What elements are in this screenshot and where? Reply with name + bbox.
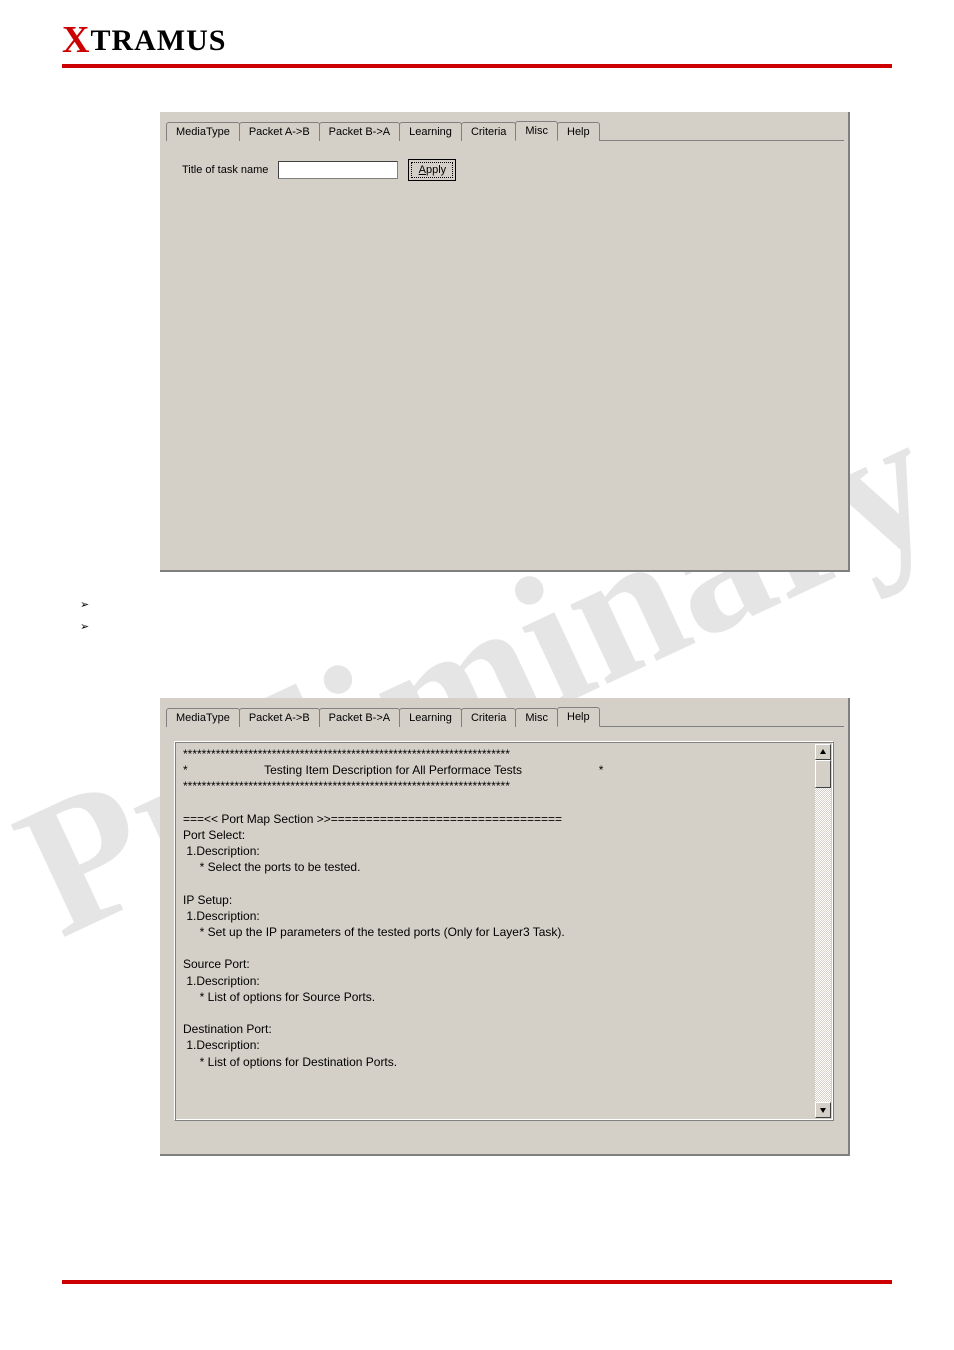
- caret-up-icon: [819, 748, 827, 756]
- bullet-text-1: Title of task name: Set a title name for…: [97, 598, 633, 614]
- header-rule: [62, 64, 892, 68]
- tab-help[interactable]: Help: [557, 707, 600, 727]
- tab-bar-misc: MediaType Packet A->B Packet B->A Learni…: [166, 118, 844, 141]
- tab-bar-help: MediaType Packet A->B Packet B->A Learni…: [166, 704, 844, 727]
- scroll-thumb[interactable]: [815, 760, 831, 788]
- tab-learning[interactable]: Learning: [399, 122, 462, 141]
- brand-logo: XTRAMUS: [62, 18, 226, 62]
- tab-learning[interactable]: Learning: [399, 708, 462, 727]
- dialog-help: MediaType Packet A->B Packet B->A Learni…: [160, 698, 850, 1156]
- bullet-item-1: ➢ Title of task name: Set a title name f…: [80, 598, 633, 614]
- scrollbar-vertical[interactable]: [815, 744, 831, 1118]
- help-textarea: ****************************************…: [174, 741, 834, 1121]
- caret-down-icon: [819, 1106, 827, 1114]
- tab-misc[interactable]: Misc: [515, 121, 558, 141]
- tab-misc[interactable]: Misc: [515, 708, 558, 727]
- tab-help[interactable]: Help: [557, 122, 600, 141]
- dialog-misc: MediaType Packet A->B Packet B->A Learni…: [160, 112, 850, 572]
- help-text-content: ****************************************…: [179, 744, 815, 1118]
- tab-criteria[interactable]: Criteria: [461, 122, 516, 141]
- tab-packet-ab[interactable]: Packet A->B: [239, 708, 320, 727]
- title-of-task-label: Title of task name: [182, 164, 268, 176]
- apply-underline: A: [419, 164, 426, 176]
- tab-criteria[interactable]: Criteria: [461, 708, 516, 727]
- bullet-text-2: Help: Provides description and explanati…: [97, 620, 429, 636]
- apply-rest: pply: [426, 164, 446, 176]
- scroll-track[interactable]: [815, 760, 831, 1102]
- tab-mediatype[interactable]: MediaType: [166, 122, 240, 141]
- brand-rest: TRAMUS: [90, 24, 226, 57]
- tab-mediatype[interactable]: MediaType: [166, 708, 240, 727]
- chevron-right-icon: ➢: [80, 620, 89, 634]
- footer-rule: [62, 1280, 892, 1284]
- brand-x: X: [62, 19, 90, 61]
- chevron-right-icon: ➢: [80, 598, 89, 612]
- bullet-item-2: ➢ Help: Provides description and explana…: [80, 620, 633, 636]
- tab-packet-ab[interactable]: Packet A->B: [239, 122, 320, 141]
- apply-button[interactable]: Apply: [408, 159, 456, 181]
- scroll-down-button[interactable]: [815, 1102, 831, 1118]
- scroll-up-button[interactable]: [815, 744, 831, 760]
- tab-packet-ba[interactable]: Packet B->A: [319, 708, 400, 727]
- task-title-input[interactable]: [278, 161, 398, 179]
- tab-packet-ba[interactable]: Packet B->A: [319, 122, 400, 141]
- bullet-list: ➢ Title of task name: Set a title name f…: [80, 598, 633, 641]
